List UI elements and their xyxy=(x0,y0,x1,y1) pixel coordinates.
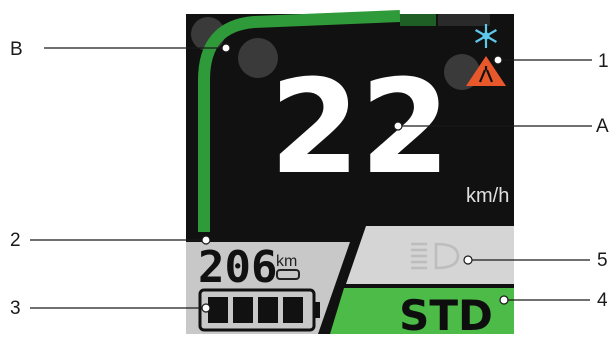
callout-label-a: A xyxy=(596,116,609,137)
battery-bar xyxy=(258,297,278,323)
callout-dot-3 xyxy=(201,303,211,313)
speed-unit: km/h xyxy=(466,185,509,207)
display-illustration: 22 km/h 206 km STD xyxy=(30,10,592,339)
battery-bar xyxy=(208,297,228,323)
battery-bar xyxy=(283,297,303,323)
diagram: 22 km/h 206 km STD B 1 A 2 5 3 4 xyxy=(0,0,616,339)
callout-dot-a xyxy=(393,121,403,131)
mode-value: STD xyxy=(399,291,493,334)
battery-bar xyxy=(233,297,253,323)
callout-dot-5 xyxy=(463,255,473,265)
callout-dot-2 xyxy=(201,235,211,245)
callout-label-b: B xyxy=(10,39,23,60)
callout-dot-b xyxy=(221,43,231,53)
speed-value: 22 xyxy=(270,51,451,203)
headlight-panel xyxy=(346,226,514,284)
callout-label-3: 3 xyxy=(10,298,21,319)
callout-dot-4 xyxy=(499,295,509,305)
callout-label-1: 1 xyxy=(598,51,609,72)
odometer-value: 206 xyxy=(198,242,277,293)
callout-label-2: 2 xyxy=(10,230,21,251)
callout-dot-1 xyxy=(493,55,503,65)
callout-label-5: 5 xyxy=(597,250,608,271)
odometer-unit: km xyxy=(276,253,297,270)
callout-label-4: 4 xyxy=(597,290,608,311)
